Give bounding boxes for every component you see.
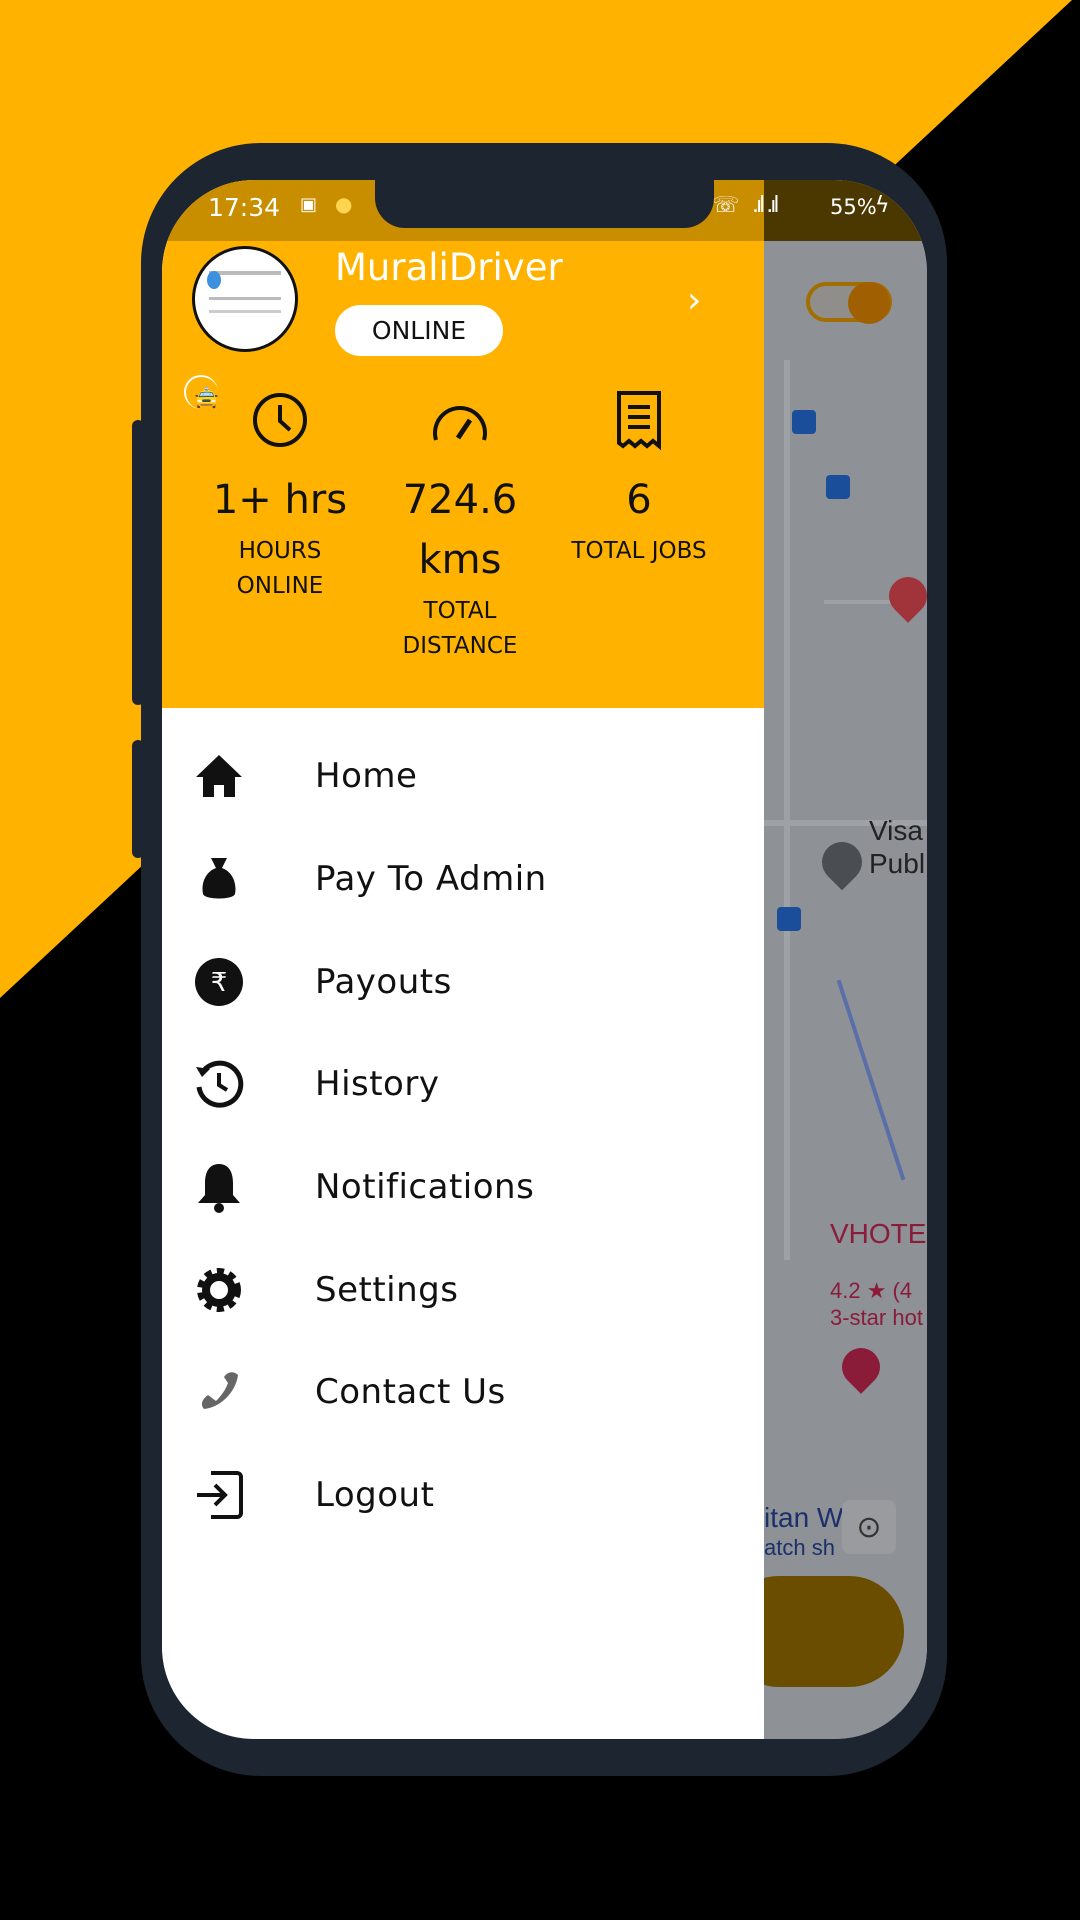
map-label: itan W [764, 1502, 844, 1533]
menu-item-notifications[interactable]: Notifications [162, 1136, 764, 1239]
menu-label: Settings [315, 1269, 459, 1310]
phone-icon [192, 1365, 246, 1419]
speedometer-icon [370, 390, 550, 450]
chevron-right-icon[interactable]: › [687, 280, 701, 321]
hospital-pin-icon [881, 569, 927, 623]
rupee-icon: ₹ [192, 955, 246, 1009]
menu-item-history[interactable]: History [162, 1033, 764, 1136]
menu-label: Contact Us [315, 1372, 506, 1413]
drawer-menu: Home Pay To Admin ₹ Payouts History Notif… [162, 725, 764, 1547]
bell-icon [192, 1160, 246, 1214]
charging-icon: ϟ [875, 193, 890, 218]
drawer-header: MuraliDriver ONLINE › 🚖 1+ hrs HOURS ONL… [162, 180, 764, 708]
receipt-icon [549, 390, 729, 450]
menu-item-home[interactable]: Home [162, 725, 764, 828]
phone-screen: Visa Publ VHOTE 4.2 ★ (4 3-star hot itan… [162, 180, 927, 1739]
stat-unit: kms [418, 537, 502, 583]
menu-item-logout[interactable]: Logout [162, 1444, 764, 1547]
stat-hours-online: 1+ hrs HOURS ONLINE [190, 390, 370, 604]
hotel-pin-icon [834, 1340, 888, 1394]
menu-item-payouts[interactable]: ₹ Payouts [162, 930, 764, 1033]
menu-label: Payouts [315, 961, 452, 1002]
menu-item-pay-to-admin[interactable]: Pay To Admin [162, 828, 764, 931]
menu-label: Home [315, 756, 418, 797]
stat-total-distance: 724.6 kms TOTAL DISTANCE [370, 390, 550, 664]
notification-icon: ▣ [300, 194, 318, 215]
stat-value: 724.6 [402, 477, 518, 523]
bus-stop-icon [826, 475, 850, 499]
wifi-call-icon: ☏ [712, 193, 740, 218]
stat-label: TOTAL [423, 598, 497, 624]
stat-label: TOTAL JOBS [571, 538, 707, 564]
stat-label: HOURS [238, 538, 322, 564]
bus-stop-icon [792, 410, 816, 434]
logout-icon [192, 1468, 246, 1522]
stat-total-jobs: 6 TOTAL JOBS [549, 390, 729, 569]
status-label: ONLINE [371, 316, 467, 345]
camera-notch [375, 180, 714, 228]
bus-stop-icon [777, 907, 801, 931]
menu-label: Logout [315, 1475, 435, 1516]
map-label: Publ [869, 848, 926, 879]
online-toggle[interactable] [806, 282, 892, 324]
menu-label: Pay To Admin [315, 859, 547, 900]
map-view[interactable]: Visa Publ VHOTE 4.2 ★ (4 3-star hot itan… [724, 180, 927, 1739]
map-label: 4.2 ★ (4 [830, 1278, 913, 1303]
signal-icon: .ıl .ıl [752, 193, 779, 218]
status-badge[interactable]: ONLINE [335, 305, 503, 356]
home-icon [192, 749, 246, 803]
map-label: Visa [869, 815, 923, 846]
svg-text:₹: ₹ [211, 968, 228, 998]
my-location-button[interactable]: ⊙ [842, 1500, 896, 1554]
driver-name: MuraliDriver [335, 246, 563, 289]
menu-label: History [315, 1064, 440, 1105]
battery-level: 55% [830, 195, 877, 219]
money-bag-icon [192, 852, 246, 906]
library-pin-icon [813, 833, 871, 891]
clock-icon [190, 390, 370, 450]
stat-value: 1+ hrs [212, 477, 348, 523]
map-label: atch sh [764, 1535, 835, 1560]
stat-label: DISTANCE [402, 633, 518, 659]
map-label: VHOTE [830, 1218, 927, 1249]
stat-label: ONLINE [236, 573, 324, 599]
history-icon [192, 1057, 246, 1111]
status-time: 17:34 [208, 193, 281, 222]
avatar[interactable] [192, 246, 298, 352]
navigation-drawer: MuraliDriver ONLINE › 🚖 1+ hrs HOURS ONL… [162, 180, 764, 1739]
menu-label: Notifications [315, 1167, 535, 1208]
gear-icon [192, 1263, 246, 1317]
stat-value: 6 [626, 477, 652, 523]
map-label: 3-star hot [830, 1305, 923, 1330]
location-icon: ● [335, 192, 353, 216]
menu-item-contact-us[interactable]: Contact Us [162, 1341, 764, 1444]
menu-item-settings[interactable]: Settings [162, 1238, 764, 1341]
